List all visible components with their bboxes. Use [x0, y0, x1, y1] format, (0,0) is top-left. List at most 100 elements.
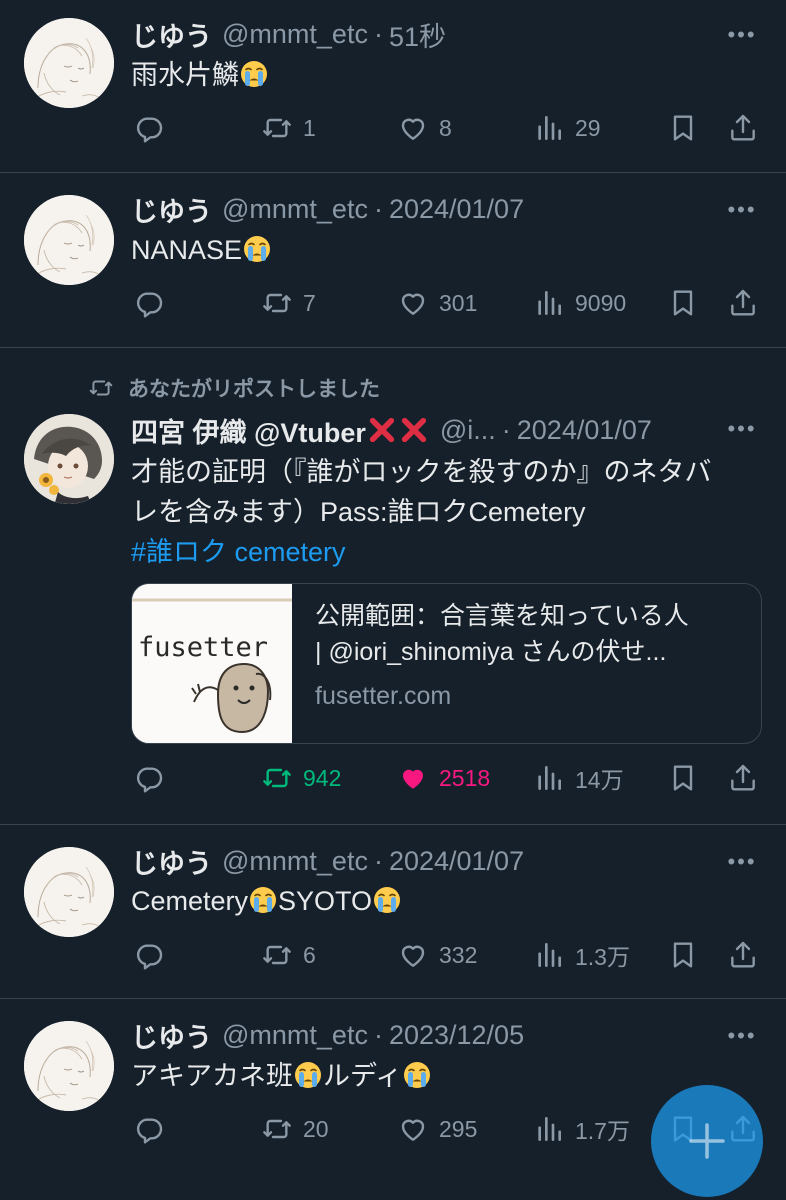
- reply-button[interactable]: [133, 1109, 175, 1149]
- timestamp[interactable]: 51秒: [389, 15, 446, 54]
- retweet-button[interactable]: 942: [261, 758, 341, 798]
- share-button[interactable]: [727, 108, 759, 148]
- separator: ·: [373, 1019, 383, 1050]
- retweet-icon: [261, 287, 293, 319]
- display-name[interactable]: じゆう: [131, 842, 212, 881]
- tweet-text-content: NANASE: [131, 235, 243, 265]
- retweeted-tweet[interactable]: あなたがリポストしました 四宮 伊織 @Vtuber @i... · 2024/…: [0, 348, 786, 825]
- user-handle[interactable]: @mnmt_etc: [222, 194, 368, 225]
- retweet-icon: [261, 939, 293, 971]
- reply-button[interactable]: [133, 935, 175, 975]
- share-icon: [727, 939, 759, 971]
- tweet-header: じゆう @mnmt_etc · 51秒: [131, 14, 726, 54]
- display-name[interactable]: じゆう: [131, 1016, 212, 1055]
- views-count: 9090: [575, 289, 627, 316]
- user-handle[interactable]: @i...: [440, 415, 496, 446]
- views-icon: [533, 762, 565, 794]
- tweet[interactable]: じゆう @mnmt_etc · 51秒 ••• 雨水片鱗 1 8 29: [0, 0, 786, 173]
- timestamp[interactable]: 2024/01/07: [389, 194, 524, 225]
- share-button[interactable]: [727, 935, 759, 975]
- separator: ·: [501, 414, 511, 445]
- views-count: 29: [575, 114, 601, 141]
- compose-icon: [689, 1123, 725, 1159]
- bookmark-button[interactable]: [667, 935, 699, 975]
- reply-button[interactable]: [133, 108, 175, 148]
- tweet-header: じゆう @mnmt_etc · 2024/01/07: [131, 841, 726, 881]
- retweet-button[interactable]: 20: [261, 1109, 329, 1149]
- more-icon[interactable]: •••: [724, 195, 760, 225]
- like-icon: [397, 939, 429, 971]
- tweet-text: 雨水片鱗: [131, 55, 756, 95]
- views-button[interactable]: 1.3万: [533, 935, 630, 975]
- avatar[interactable]: [24, 18, 114, 108]
- card-title-line: | @iori_shinomiya さんの伏せ...: [315, 638, 667, 666]
- more-icon[interactable]: •••: [724, 847, 760, 877]
- tweet[interactable]: じゆう @mnmt_etc · 2024/01/07 ••• Cemetery S…: [0, 825, 786, 999]
- more-icon[interactable]: •••: [724, 20, 760, 50]
- timestamp[interactable]: 2023/12/05: [389, 1020, 524, 1051]
- views-button[interactable]: 29: [533, 108, 601, 148]
- bookmark-button[interactable]: [667, 283, 699, 323]
- separator: ·: [373, 193, 383, 224]
- like-button[interactable]: 2518: [397, 758, 490, 798]
- tweet-actions: 7 301 9090: [131, 283, 764, 323]
- bookmark-icon: [667, 112, 699, 144]
- tweet-text-line: 才能の証明（『誰がロックを殺すのか』のネタバ: [131, 457, 712, 487]
- like-icon: [397, 112, 429, 144]
- reply-icon: [133, 939, 165, 971]
- user-handle[interactable]: @mnmt_etc: [222, 19, 368, 50]
- retweet-button[interactable]: 1: [261, 108, 316, 148]
- tweet-actions: 942 2518 14万: [131, 758, 764, 798]
- like-button[interactable]: 295: [397, 1109, 477, 1149]
- retweet-context: あなたがリポストしました: [88, 370, 380, 406]
- compose-button[interactable]: [651, 1085, 763, 1197]
- tweet-actions: 6 332 1.3万: [131, 935, 764, 975]
- retweet-button[interactable]: 7: [261, 283, 316, 323]
- retweet-count: 6: [303, 941, 316, 968]
- like-button[interactable]: 332: [397, 935, 477, 975]
- reply-button[interactable]: [133, 758, 175, 798]
- tweet-text-content: SYOTO: [278, 886, 373, 916]
- avatar[interactable]: [24, 195, 114, 285]
- like-icon: [397, 287, 429, 319]
- crying-emoji: [248, 885, 278, 915]
- like-count: 295: [439, 1115, 478, 1142]
- display-name[interactable]: じゆう: [131, 15, 212, 54]
- card-thumbnail: fusetter: [132, 584, 292, 743]
- share-button[interactable]: [727, 758, 759, 798]
- views-icon: [533, 112, 565, 144]
- share-button[interactable]: [727, 283, 759, 323]
- tweet[interactable]: じゆう @mnmt_etc · 2024/01/07 ••• NANASE 7 …: [0, 173, 786, 348]
- hashtag-link[interactable]: #誰ロク cemetery: [131, 532, 766, 572]
- avatar[interactable]: [24, 1021, 114, 1111]
- bookmark-icon: [667, 939, 699, 971]
- link-card[interactable]: fusetter 公開範囲：合言葉を知っている人 | @iori_shinomi…: [131, 583, 762, 744]
- like-count: 2518: [439, 764, 491, 791]
- like-count: 332: [439, 941, 478, 968]
- retweet-button[interactable]: 6: [261, 935, 316, 975]
- reply-icon: [133, 762, 165, 794]
- views-button[interactable]: 9090: [533, 283, 626, 323]
- user-handle[interactable]: @mnmt_etc: [222, 846, 368, 877]
- bookmark-button[interactable]: [667, 108, 699, 148]
- avatar[interactable]: [24, 847, 114, 937]
- retweet-icon: [261, 112, 293, 144]
- bookmark-button[interactable]: [667, 758, 699, 798]
- timestamp[interactable]: 2024/01/07: [517, 415, 652, 446]
- views-button[interactable]: 1.7万: [533, 1109, 630, 1149]
- more-icon[interactable]: •••: [724, 1021, 760, 1051]
- timestamp[interactable]: 2024/01/07: [389, 846, 524, 877]
- views-button[interactable]: 14万: [533, 758, 624, 798]
- avatar[interactable]: [24, 414, 114, 504]
- retweet-count: 7: [303, 289, 316, 316]
- like-button[interactable]: 8: [397, 108, 452, 148]
- display-name[interactable]: 四宮 伊織 @Vtuber: [131, 411, 366, 450]
- reply-icon: [133, 112, 165, 144]
- user-handle[interactable]: @mnmt_etc: [222, 1020, 368, 1051]
- card-title-line: 公開範囲：合言葉を知っている人: [315, 602, 689, 630]
- like-button[interactable]: 301: [397, 283, 477, 323]
- more-icon[interactable]: •••: [724, 414, 760, 444]
- display-name[interactable]: じゆう: [131, 190, 212, 229]
- reply-button[interactable]: [133, 283, 175, 323]
- timeline: じゆう @mnmt_etc · 51秒 ••• 雨水片鱗 1 8 29 じゆう …: [0, 0, 786, 1200]
